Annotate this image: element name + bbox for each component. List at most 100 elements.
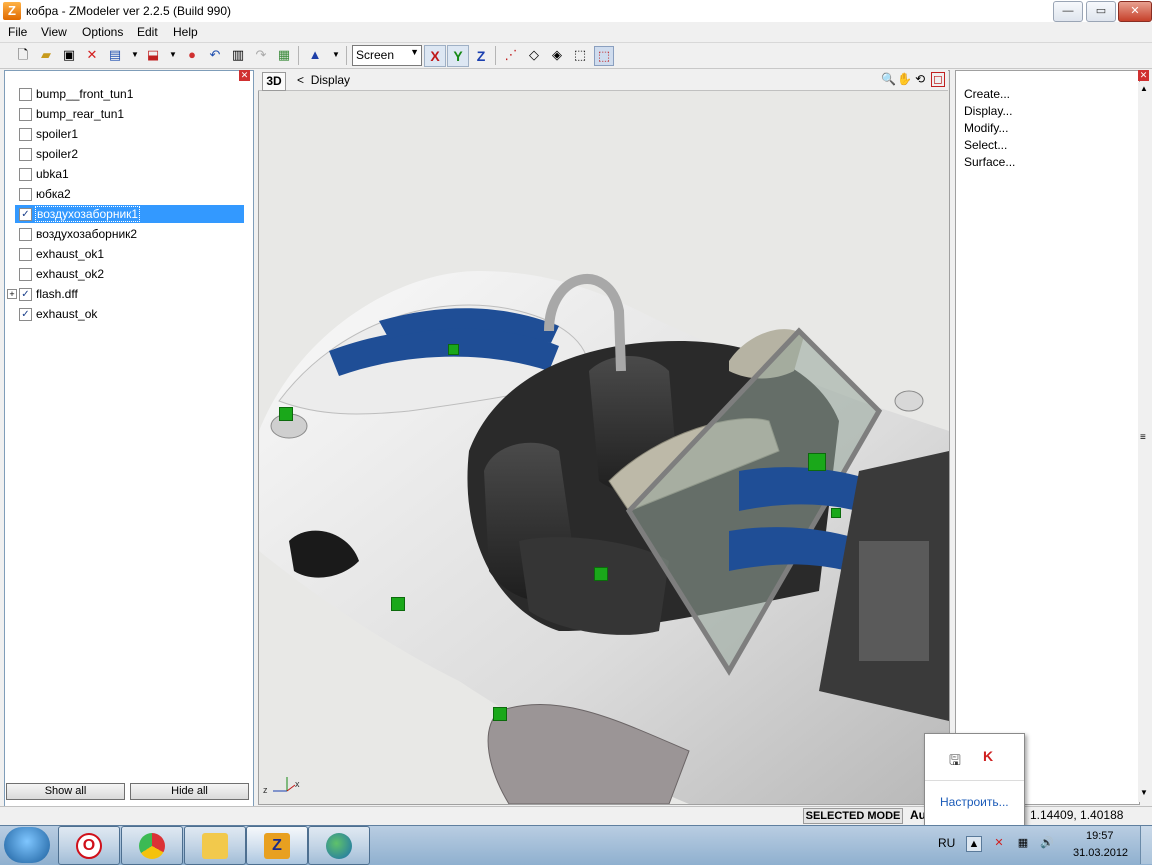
hide-all-button[interactable]: Hide all <box>130 783 249 800</box>
close-icon[interactable]: ✕ <box>239 70 250 81</box>
new-file-icon[interactable]: 🗋 <box>14 46 32 64</box>
tree-item[interactable]: spoiler2 <box>15 145 244 163</box>
close-button[interactable]: ✕ <box>1118 1 1152 22</box>
checkbox[interactable] <box>19 108 32 121</box>
language-indicator[interactable]: RU <box>938 836 955 850</box>
open-folder-icon[interactable]: ▰ <box>37 46 55 64</box>
save-icon[interactable]: ▣ <box>60 46 78 64</box>
tree-item[interactable]: spoiler1 <box>15 125 244 143</box>
view-select[interactable]: Screen ▼ <box>352 45 422 66</box>
command-surface[interactable]: Surface... <box>964 155 1015 169</box>
menu-options[interactable]: Options <box>82 25 123 39</box>
tree-item[interactable]: ✓ exhaust_ok <box>15 305 244 323</box>
minimize-button[interactable]: — <box>1053 1 1083 22</box>
dummy-marker[interactable] <box>831 508 841 518</box>
taskbar-opera[interactable]: O <box>58 826 120 865</box>
start-button[interactable] <box>4 827 50 863</box>
checkbox[interactable] <box>19 248 32 261</box>
network-error-icon[interactable]: ✕ <box>992 836 1006 850</box>
dummy-marker[interactable] <box>391 597 405 611</box>
show-desktop-button[interactable] <box>1140 826 1152 864</box>
maximize-viewport-icon[interactable]: ◻ <box>931 72 945 87</box>
menu-file[interactable]: File <box>8 25 27 39</box>
checkbox-checked[interactable]: ✓ <box>19 208 32 221</box>
redo-icon[interactable]: ↷ <box>252 46 270 64</box>
checkbox[interactable] <box>19 268 32 281</box>
rotate-icon[interactable]: ⟲ <box>913 72 927 87</box>
checkbox[interactable] <box>19 88 32 101</box>
dummy-marker[interactable] <box>448 344 459 355</box>
tree-item[interactable]: юбка2 <box>15 185 244 203</box>
taskbar-chrome[interactable] <box>121 826 183 865</box>
taskbar-globe[interactable] <box>308 826 370 865</box>
undo-icon[interactable]: ↶ <box>206 46 224 64</box>
export-icon[interactable]: ⬓ <box>144 46 162 64</box>
command-modify[interactable]: Modify... <box>964 121 1008 135</box>
tree-item[interactable]: exhaust_ok2 <box>15 265 244 283</box>
dummy-marker[interactable] <box>279 407 293 421</box>
show-all-button[interactable]: Show all <box>6 783 125 800</box>
viewport-breadcrumb[interactable]: < Display <box>297 73 350 87</box>
axis-z-button[interactable]: Z <box>470 45 492 67</box>
import-icon[interactable]: ▤ <box>106 46 124 64</box>
scroll-up-icon[interactable]: ▲ <box>1140 84 1148 93</box>
menu-help[interactable]: Help <box>173 25 198 39</box>
tree-item[interactable]: bump__front_tun1 <box>15 85 244 103</box>
checkbox[interactable] <box>19 168 32 181</box>
clock-date[interactable]: 31.03.2012 <box>1073 847 1128 859</box>
command-select[interactable]: Select... <box>964 138 1007 152</box>
render-icon[interactable]: ▦ <box>275 46 293 64</box>
object-mode-icon[interactable]: ⬚ <box>571 46 589 64</box>
axis-x-button[interactable]: X <box>424 45 446 67</box>
checkbox[interactable] <box>19 128 32 141</box>
taskbar-zmodeler[interactable]: Z <box>246 826 308 865</box>
tree-item-selected[interactable]: ✓ воздухозаборник1 <box>15 205 244 223</box>
viewport-mode-button[interactable]: 3D <box>262 72 286 91</box>
import-dropdown-icon[interactable]: ▼ <box>126 46 144 64</box>
scroll-down-icon[interactable]: ▼ <box>1140 788 1148 797</box>
menu-edit[interactable]: Edit <box>137 25 158 39</box>
dummy-marker[interactable] <box>493 707 507 721</box>
checkbox-checked[interactable]: ✓ <box>19 308 32 321</box>
checkbox[interactable] <box>19 188 32 201</box>
maximize-button[interactable]: ▭ <box>1086 1 1116 22</box>
zmodeler-logo-icon[interactable]: Z <box>3 2 21 20</box>
tree-item[interactable]: ubka1 <box>15 165 244 183</box>
close-icon[interactable]: ✕ <box>1138 70 1149 81</box>
checkbox-checked[interactable]: ✓ <box>19 288 32 301</box>
customize-link[interactable]: Настроить... <box>940 795 1009 809</box>
axis-y-button[interactable]: Y <box>447 45 469 67</box>
export-dropdown-icon[interactable]: ▼ <box>164 46 182 64</box>
checkbox[interactable] <box>19 148 32 161</box>
volume-icon[interactable]: 🔊 <box>1040 836 1054 850</box>
notes-icon[interactable]: ▥ <box>229 46 247 64</box>
shading-icon[interactable]: ▲ <box>306 46 324 64</box>
tree-item[interactable]: bump_rear_tun1 <box>15 105 244 123</box>
checkbox[interactable] <box>19 228 32 241</box>
scrollbar[interactable]: ▲ ≡ ▼ <box>1138 82 1151 802</box>
record-icon[interactable]: ● <box>183 46 201 64</box>
usb-device-icon[interactable]: 🖫 <box>949 750 961 774</box>
tree-item[interactable]: воздухозаборник2 <box>15 225 244 243</box>
shading-dropdown-icon[interactable]: ▼ <box>327 46 345 64</box>
zoom-icon[interactable]: 🔍 <box>881 72 896 87</box>
3d-viewport[interactable]: z x <box>258 70 950 805</box>
tree-item[interactable]: exhaust_ok1 <box>15 245 244 263</box>
edge-mode-icon[interactable]: ◇ <box>525 46 543 64</box>
pan-hand-icon[interactable]: ✋ <box>897 72 912 87</box>
network-icon[interactable]: ▦ <box>1016 836 1030 850</box>
tree-item[interactable]: ✓ flash.dff <box>15 285 244 303</box>
menu-view[interactable]: View <box>41 25 67 39</box>
scroll-grip-icon[interactable]: ≡ <box>1140 432 1146 443</box>
selected-mode-icon[interactable]: ⬚ <box>594 46 614 66</box>
dummy-marker[interactable] <box>808 453 826 471</box>
face-mode-icon[interactable]: ◈ <box>548 46 566 64</box>
command-create[interactable]: Create... <box>964 87 1010 101</box>
delete-icon[interactable]: ✕ <box>83 46 101 64</box>
vertex-mode-icon[interactable]: ⋰ <box>502 46 520 64</box>
show-hidden-icons-icon[interactable]: ▲ <box>966 836 982 852</box>
command-display[interactable]: Display... <box>964 104 1012 118</box>
dummy-marker[interactable] <box>594 567 608 581</box>
antivirus-icon[interactable]: K <box>983 748 993 764</box>
taskbar-explorer[interactable] <box>184 826 246 865</box>
